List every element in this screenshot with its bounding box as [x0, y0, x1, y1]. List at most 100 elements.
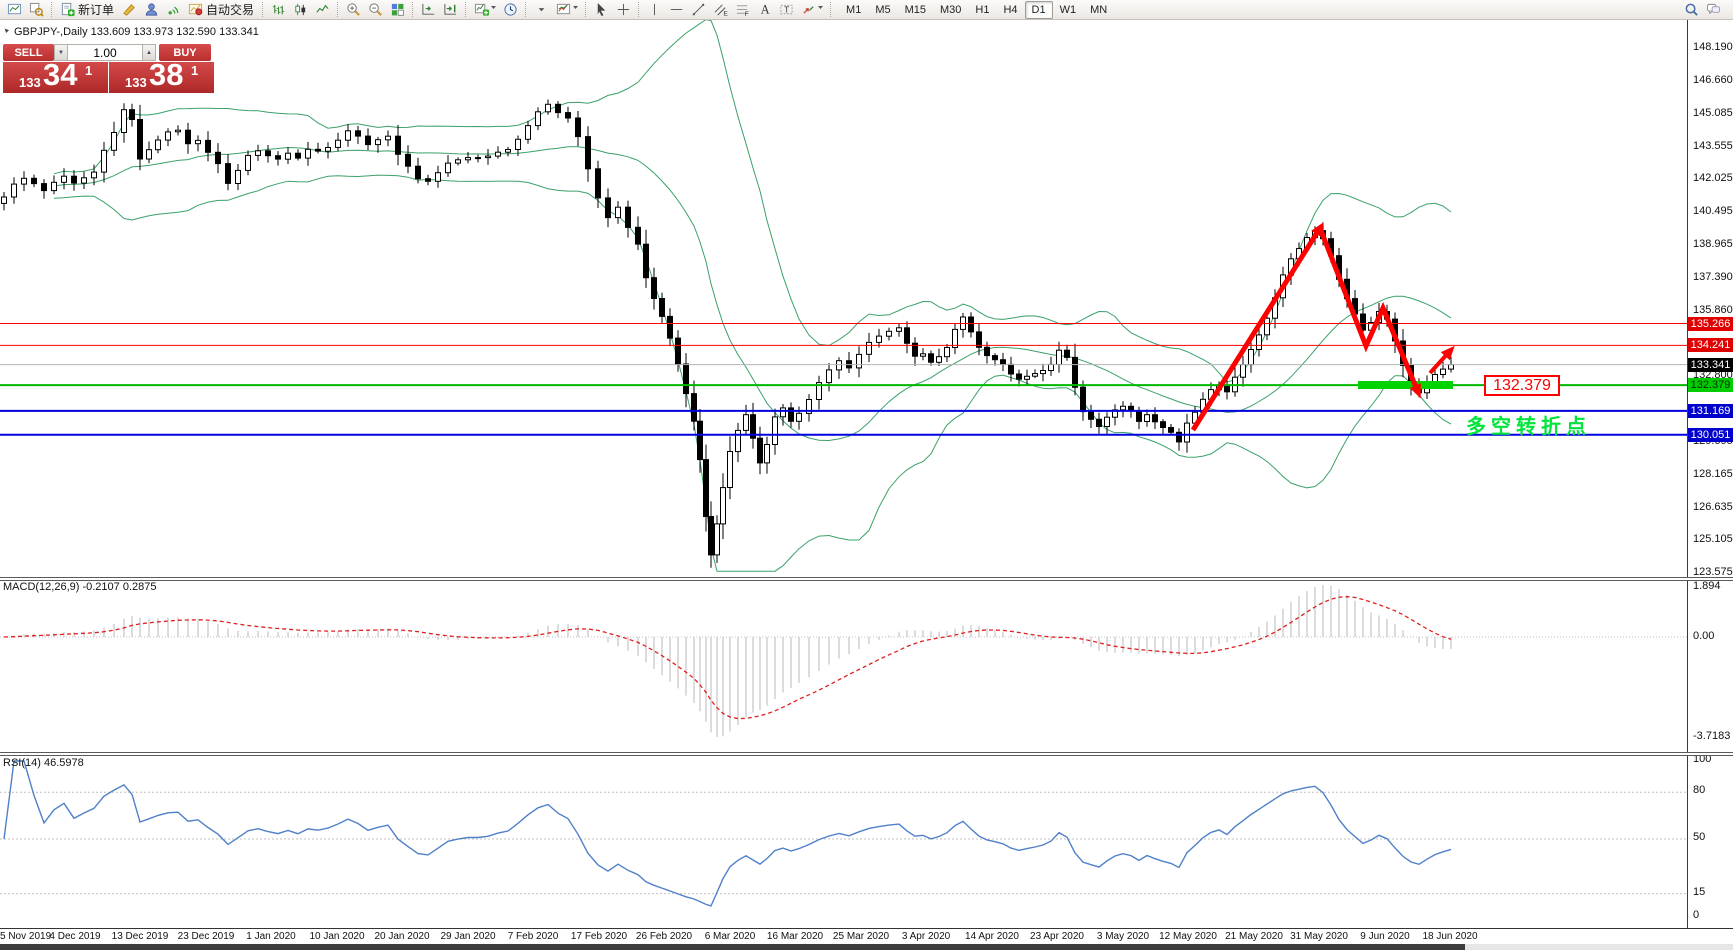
price-tick-label: 125.105	[1693, 533, 1733, 545]
support-price-callout[interactable]: 132.379	[1484, 375, 1560, 396]
s ell-price-panel[interactable]: 133 34 1	[3, 62, 108, 93]
timeframe-m30-button[interactable]: M30	[933, 1, 968, 19]
panel-separator[interactable]	[0, 577, 1733, 581]
price-tick-label: 143.555	[1693, 140, 1733, 152]
auto-trading-icon[interactable]	[186, 1, 204, 18]
search-button[interactable]	[1680, 1, 1702, 19]
rsi-panel-canvas[interactable]	[0, 756, 1733, 928]
chart-window-button[interactable]	[3, 1, 25, 19]
arrows-icon[interactable]	[799, 1, 817, 18]
comments-icon[interactable]	[1704, 1, 1722, 18]
buy-price-prefix: 133	[125, 75, 147, 90]
timeframe-m15-button[interactable]: M15	[898, 1, 933, 19]
date-label: 4 Dec 2019	[49, 931, 100, 942]
hline-icon[interactable]	[667, 1, 685, 18]
vline-button[interactable]	[643, 1, 665, 19]
zoom-in-button[interactable]	[342, 1, 364, 19]
line-chart-button[interactable]	[311, 1, 333, 19]
candlesticks-button[interactable]	[289, 1, 311, 19]
mql-brush-icon[interactable]	[120, 1, 138, 18]
new-order-icon[interactable]	[58, 1, 76, 18]
timeframe-m5-button[interactable]: M5	[868, 1, 897, 19]
shift-chart-button[interactable]	[417, 1, 439, 19]
buy-price-panel[interactable]: 133 38 1	[109, 62, 214, 93]
timeframe-h4-button[interactable]: H4	[996, 1, 1024, 19]
timeframe-mn-button[interactable]: MN	[1083, 1, 1114, 19]
indicators-caret-icon[interactable]	[490, 0, 497, 20]
community-button[interactable]	[140, 1, 162, 19]
signals-button[interactable]	[162, 1, 184, 19]
shift-end-button[interactable]	[439, 1, 461, 19]
mql-brush-button[interactable]	[118, 1, 140, 19]
zoom-out-button[interactable]	[364, 1, 386, 19]
crosshair-button[interactable]	[612, 1, 634, 19]
macd-indicator-label: MACD(12,26,9) -0.2107 0.2875	[3, 581, 156, 593]
clock-button[interactable]	[499, 1, 521, 19]
zoom-in-icon[interactable]	[344, 1, 362, 18]
templates-caret-icon[interactable]	[572, 0, 579, 20]
price-chart-canvas[interactable]	[0, 20, 1733, 577]
templates-button[interactable]	[552, 1, 581, 19]
turning-point-note[interactable]: 多空转折点	[1466, 410, 1591, 439]
price-tick-label: 148.190	[1693, 41, 1733, 53]
scrollbar-thumb[interactable]	[0, 944, 1465, 950]
candlesticks-icon[interactable]	[291, 1, 309, 18]
date-label: 3 May 2020	[1097, 931, 1149, 942]
fibonacci-icon[interactable]: F	[733, 1, 751, 18]
zoom-out-icon[interactable]	[366, 1, 384, 18]
ohlc-bars-icon[interactable]	[269, 1, 287, 18]
profiles-button[interactable]	[25, 1, 47, 19]
caret-button[interactable]	[530, 1, 552, 19]
trendline-icon[interactable]	[689, 1, 707, 18]
label-button[interactable]: T	[775, 1, 797, 19]
timeframe-d1-button[interactable]: D1	[1025, 1, 1053, 19]
channel-icon[interactable]: E	[711, 1, 729, 18]
tile-windows-button[interactable]	[386, 1, 408, 19]
macd-panel-canvas[interactable]	[0, 581, 1733, 752]
trendline-button[interactable]	[687, 1, 709, 19]
fibonacci-button[interactable]: F	[731, 1, 753, 19]
auto-trading-button[interactable]: 自动交易	[184, 1, 258, 19]
chart-window-icon[interactable]	[5, 1, 23, 18]
search-icon[interactable]	[1682, 1, 1700, 18]
tile-windows-icon[interactable]	[388, 1, 406, 18]
horizontal-scrollbar[interactable]	[0, 944, 1733, 950]
macd-scale-label: 0.00	[1693, 630, 1714, 642]
text-button[interactable]: A	[753, 1, 775, 19]
cursor-icon[interactable]	[592, 1, 610, 18]
indicators-button[interactable]	[470, 1, 499, 19]
arrows-caret-icon[interactable]	[817, 0, 824, 20]
caret-icon[interactable]	[532, 1, 550, 18]
templates-icon[interactable]	[554, 1, 572, 18]
toolbar-separator	[51, 2, 52, 17]
price-tick-label: 145.085	[1693, 107, 1733, 119]
shift-end-icon[interactable]	[441, 1, 459, 18]
label-icon[interactable]: T	[777, 1, 795, 18]
hline-button[interactable]	[665, 1, 687, 19]
community-icon[interactable]	[142, 1, 160, 18]
crosshair-icon[interactable]	[614, 1, 632, 18]
toolbar-separator	[262, 2, 263, 17]
shift-chart-icon[interactable]	[419, 1, 437, 18]
timeframe-m1-button[interactable]: M1	[839, 1, 868, 19]
comments-button[interactable]	[1702, 1, 1724, 19]
volume-input[interactable]	[68, 44, 142, 61]
line-chart-icon[interactable]	[313, 1, 331, 18]
vline-icon[interactable]	[645, 1, 663, 18]
date-label: 6 Mar 2020	[705, 931, 756, 942]
ohlc-bars-button[interactable]	[267, 1, 289, 19]
channel-button[interactable]: E	[709, 1, 731, 19]
arrows-button[interactable]	[797, 1, 826, 19]
indicators-icon[interactable]	[472, 1, 490, 18]
timeframe-h1-button[interactable]: H1	[968, 1, 996, 19]
mt4-window: 新订单自动交易EFAT M1M5M15M30H1H4D1W1MN ▲ GBPJP…	[0, 0, 1733, 950]
panel-separator[interactable]	[0, 752, 1733, 756]
cursor-button[interactable]	[590, 1, 612, 19]
timeframe-w1-button[interactable]: W1	[1053, 1, 1084, 19]
signals-icon[interactable]	[164, 1, 182, 18]
new-order-button[interactable]: 新订单	[56, 1, 118, 19]
rsi-scale-label: 80	[1693, 784, 1705, 796]
text-icon[interactable]: A	[755, 1, 773, 18]
clock-icon[interactable]	[501, 1, 519, 18]
profiles-icon[interactable]	[27, 1, 45, 18]
